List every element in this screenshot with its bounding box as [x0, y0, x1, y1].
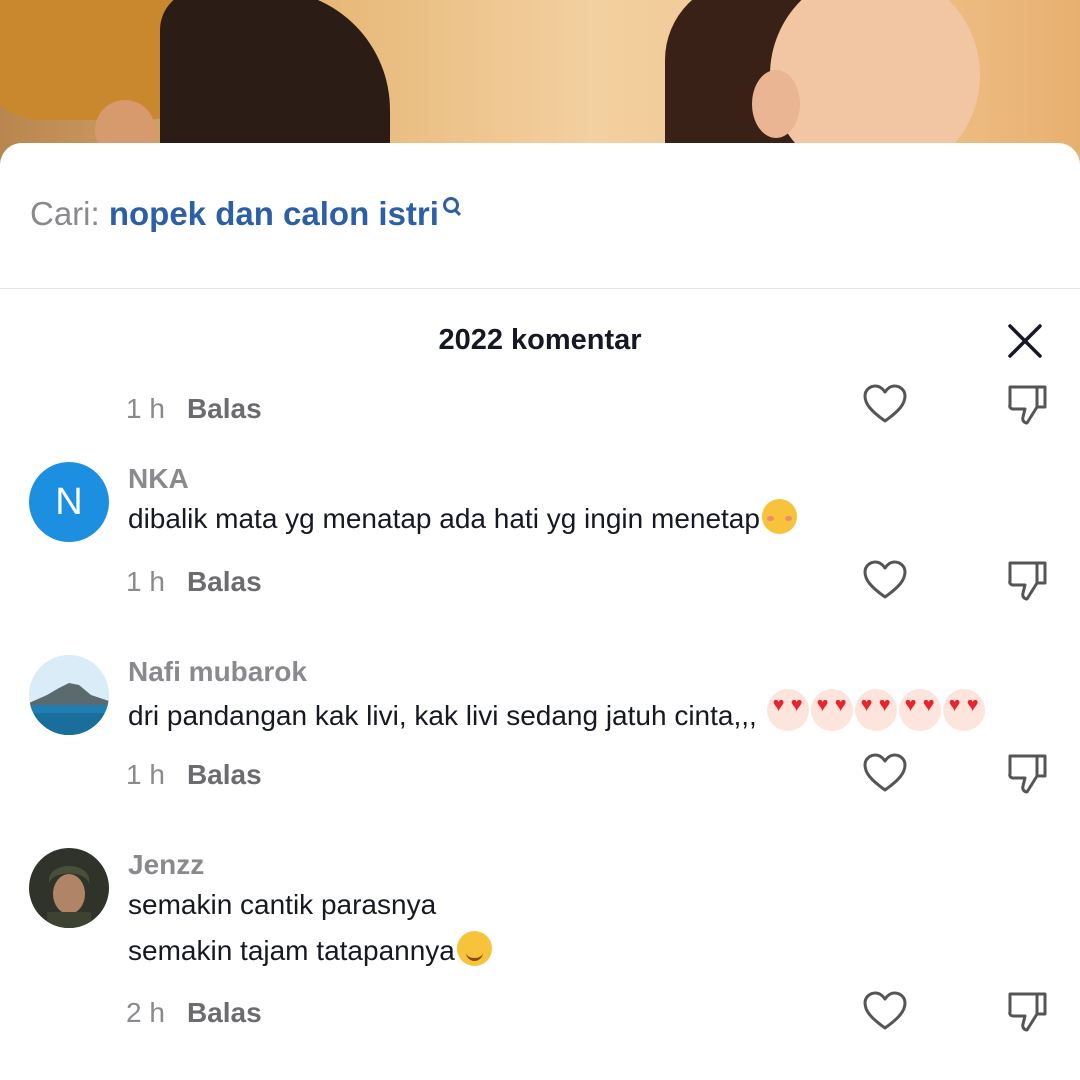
- heart-eyes-icon: [810, 689, 853, 731]
- comment-text-line: semakin tajam tatapannya: [128, 935, 455, 966]
- avatar[interactable]: [29, 655, 109, 735]
- comments-sheet: Cari: nopek dan calon istri 2022 komenta…: [0, 143, 1080, 1080]
- heart-outline-icon[interactable]: [861, 557, 909, 605]
- comment-text-line: semakin cantik parasnya: [128, 889, 437, 920]
- comment-meta: 2 h Balas: [126, 997, 262, 1029]
- dislike-button[interactable]: [1003, 557, 1051, 605]
- heart-outline-icon[interactable]: [861, 750, 909, 798]
- comment-username[interactable]: Nafi mubarok: [128, 656, 307, 688]
- reply-button[interactable]: Balas: [187, 566, 262, 597]
- close-icon[interactable]: [1002, 318, 1048, 364]
- heart-eyes-icon: [854, 689, 897, 731]
- dislike-button[interactable]: [1003, 750, 1051, 798]
- comment-text-line: dri pandangan kak livi, kak livi sedang …: [128, 700, 757, 731]
- reply-button[interactable]: Balas: [187, 997, 262, 1028]
- avatar[interactable]: [29, 848, 109, 928]
- comment-list[interactable]: 1 h Balas N NKA dibalik mata yg menatap a…: [0, 383, 1080, 1080]
- search-prefix: Cari:: [30, 195, 100, 232]
- divider: [0, 288, 1080, 289]
- heart-eyes-icon: [942, 689, 985, 731]
- reply-button[interactable]: Balas: [187, 759, 262, 790]
- heart-outline-icon[interactable]: [861, 383, 909, 429]
- video-ear-right: [752, 70, 800, 138]
- like-button[interactable]: [861, 988, 909, 1036]
- heart-eyes-icon: [766, 689, 809, 731]
- video-person-left: [160, 0, 390, 160]
- comment-count-title: 2022 komentar: [438, 324, 642, 356]
- comment-time: 1 h: [126, 566, 165, 597]
- smiling-face-icon: [761, 499, 797, 534]
- comment-text-line: dibalik mata yg menatap ada hati yg ingi…: [128, 503, 760, 534]
- avatar-person-image: [29, 848, 109, 928]
- dislike-button[interactable]: [1003, 383, 1051, 429]
- comment-meta: 1 h Balas: [126, 566, 262, 598]
- comment-time: 1 h: [126, 393, 165, 424]
- search-suggestion[interactable]: Cari: nopek dan calon istri: [30, 195, 461, 233]
- comment-text: semakin cantik parasnya semakin tajam ta…: [128, 882, 492, 974]
- thumbs-down-outline-icon[interactable]: [1003, 750, 1051, 798]
- like-button[interactable]: [861, 750, 909, 798]
- reply-button[interactable]: Balas: [187, 393, 262, 424]
- close-button[interactable]: [1002, 318, 1048, 364]
- comment-meta: 1 h Balas: [126, 393, 262, 425]
- heart-eyes-icon: [898, 689, 941, 731]
- comment-text-line-wrap: semakin tajam tatapannya: [128, 928, 492, 974]
- heart-outline-icon[interactable]: [861, 988, 909, 1036]
- comment-time: 2 h: [126, 997, 165, 1028]
- search-icon[interactable]: [441, 195, 461, 219]
- comment-meta: 1 h Balas: [126, 759, 262, 791]
- dislike-button[interactable]: [1003, 988, 1051, 1036]
- like-button[interactable]: [861, 383, 909, 429]
- thumbs-down-outline-icon[interactable]: [1003, 557, 1051, 605]
- avatar-island-image: [29, 655, 109, 735]
- thumbs-down-outline-icon[interactable]: [1003, 383, 1051, 429]
- like-button[interactable]: [861, 557, 909, 605]
- search-term-link[interactable]: nopek dan calon istri: [109, 195, 439, 232]
- comment-time: 1 h: [126, 759, 165, 790]
- comment-text: dri pandangan kak livi, kak livi sedang …: [128, 689, 985, 739]
- winking-face-icon: [456, 931, 492, 966]
- comment-text: dibalik mata yg menatap ada hati yg ingi…: [128, 496, 797, 542]
- thumbs-down-outline-icon[interactable]: [1003, 988, 1051, 1036]
- comment-username[interactable]: NKA: [128, 463, 189, 495]
- avatar[interactable]: N: [29, 462, 109, 542]
- comment-username[interactable]: Jenzz: [128, 849, 204, 881]
